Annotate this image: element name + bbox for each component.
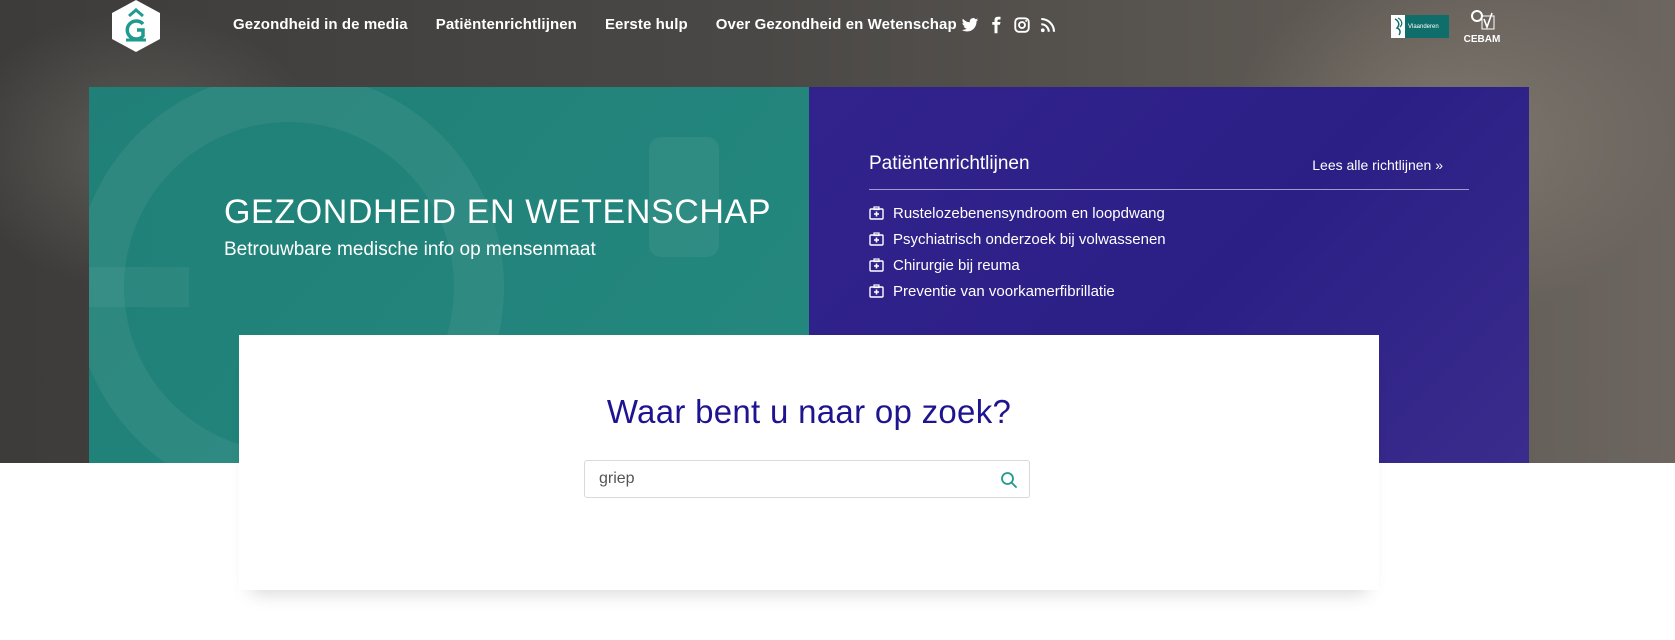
guideline-item[interactable]: Rustelozebenensyndroom en loopdwang	[869, 200, 1166, 226]
facebook-icon[interactable]	[987, 16, 1005, 34]
cebam-mark-icon	[1471, 10, 1495, 30]
guideline-item[interactable]: Psychiatrisch onderzoek bij volwassenen	[869, 226, 1166, 252]
top-navigation-bar: Gezondheid in de media Patiëntenrichtlij…	[0, 0, 1675, 86]
first-aid-kit-icon	[869, 206, 884, 220]
search-heading: Waar bent u naar op zoek?	[606, 393, 1012, 430]
search-card: Waar bent u naar op zoek?	[239, 335, 1379, 590]
vlaanderen-label-box: Vlaanderen	[1405, 15, 1449, 38]
nav-item-over[interactable]: Over Gezondheid en Wetenschap	[716, 16, 957, 33]
main-nav: Gezondheid in de media Patiëntenrichtlij…	[233, 16, 985, 33]
cebam-logo[interactable]: CEBAM	[1462, 7, 1502, 47]
nav-item-patientenrichtlijnen[interactable]: Patiëntenrichtlijnen	[436, 16, 577, 33]
search-box	[584, 460, 1030, 498]
guidelines-header: Patiëntenrichtlijnen Lees alle richtlijn…	[869, 153, 1469, 190]
search-input[interactable]	[599, 461, 979, 497]
vlaanderen-logo[interactable]: Vlaanderen	[1391, 15, 1449, 38]
first-aid-kit-icon	[869, 258, 884, 272]
guideline-label: Psychiatrisch onderzoek bij volwassenen	[893, 230, 1166, 248]
social-links	[961, 16, 1065, 34]
hero-title: GEZONDHEID EN WETENSCHAP	[224, 193, 772, 231]
first-aid-kit-icon	[869, 232, 884, 246]
instagram-icon[interactable]	[1013, 16, 1031, 34]
all-guidelines-link[interactable]: Lees alle richtlijnen »	[1312, 157, 1443, 173]
site-logo[interactable]	[112, 0, 160, 52]
vlaanderen-label: Vlaanderen	[1408, 23, 1439, 30]
vlaanderen-lion-icon	[1394, 17, 1403, 36]
guideline-label: Rustelozebenensyndroom en loopdwang	[893, 204, 1165, 222]
guideline-label: Chirurgie bij reuma	[893, 256, 1020, 274]
nav-item-media[interactable]: Gezondheid in de media	[233, 16, 408, 33]
nav-item-eerste-hulp[interactable]: Eerste hulp	[605, 16, 688, 33]
cebam-label: CEBAM	[1463, 34, 1501, 45]
hero-subtitle: Betrouwbare medische info op mensenmaat	[224, 239, 596, 260]
guideline-item[interactable]: Preventie van voorkamerfibrillatie	[869, 278, 1166, 304]
guideline-item[interactable]: Chirurgie bij reuma	[869, 252, 1166, 278]
guidelines-title: Patiëntenrichtlijnen	[869, 153, 1030, 174]
search-icon[interactable]	[999, 470, 1019, 490]
first-aid-kit-icon	[869, 284, 884, 298]
guideline-label: Preventie van voorkamerfibrillatie	[893, 282, 1115, 300]
twitter-icon[interactable]	[961, 16, 979, 34]
guidelines-list: Rustelozebenensyndroom en loopdwang Psyc…	[869, 200, 1166, 304]
rss-icon[interactable]	[1039, 16, 1057, 34]
